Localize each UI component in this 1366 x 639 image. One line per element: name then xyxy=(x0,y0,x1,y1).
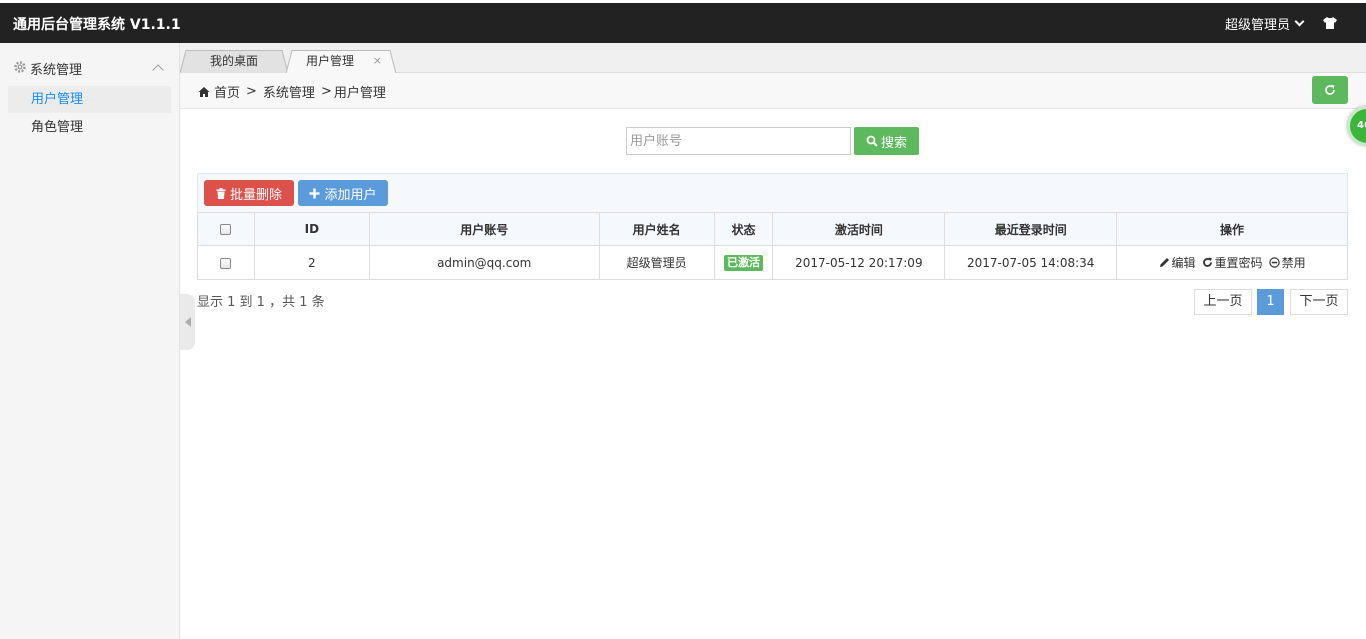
breadcrumb-bar: 首页 > 系统管理 > 用户管理 xyxy=(180,73,1366,109)
row-select-cell xyxy=(197,245,255,280)
pencil-icon xyxy=(1159,258,1169,267)
refresh-button[interactable] xyxy=(1312,76,1348,104)
breadcrumb-current: 用户管理 xyxy=(333,86,386,101)
search-input[interactable] xyxy=(626,127,851,155)
search-button-label: 搜索 xyxy=(880,135,907,151)
tab-bar: 我的桌面 用户管理 × xyxy=(180,43,1366,73)
top-bar: 通用后台管理系统 V1.1.1 超级管理员 xyxy=(0,0,1366,43)
next-page-button[interactable]: 下一页 xyxy=(1290,289,1348,315)
breadcrumb-separator: > xyxy=(320,84,332,99)
minus-circle-icon xyxy=(1268,257,1280,268)
cell-account: admin@qq.com xyxy=(368,245,600,280)
table-header-row: ID 用户账号 用户姓名 状态 激活时间 最近登录时间 操作 xyxy=(197,212,1348,246)
column-header-last-login: 最近登录时间 xyxy=(944,212,1118,246)
shirt-icon[interactable] xyxy=(1322,15,1338,31)
tab-label: 我的桌面 xyxy=(209,54,258,68)
disable-label: 禁用 xyxy=(1281,256,1306,270)
tab-my-desktop[interactable]: 我的桌面 xyxy=(180,50,288,73)
cell-name: 超级管理员 xyxy=(598,245,715,280)
prev-page-button[interactable]: 上一页 xyxy=(1194,289,1252,315)
search-icon xyxy=(866,135,878,147)
sidebar-group-label: 系统管理 xyxy=(30,63,83,78)
reset-password-label: 重置密码 xyxy=(1214,256,1263,270)
breadcrumb-system[interactable]: 系统管理 xyxy=(263,82,315,101)
gear-icon xyxy=(14,61,26,73)
cell-actions: 编辑 重置密码 禁用 xyxy=(1116,245,1348,280)
plus-icon xyxy=(309,188,320,198)
column-header-name: 用户姓名 xyxy=(598,212,715,246)
select-all-checkbox[interactable] xyxy=(220,224,232,235)
add-user-label: 添加用户 xyxy=(324,187,377,203)
breadcrumb: 首页 > 系统管理 > 用户管理 xyxy=(198,82,386,101)
user-name: 超级管理员 xyxy=(1225,18,1291,33)
reset-password-action[interactable]: 重置密码 xyxy=(1202,254,1263,271)
sidebar: 系统管理 用户管理 角色管理 xyxy=(0,43,180,639)
refresh-icon xyxy=(1325,85,1335,95)
home-icon xyxy=(198,86,210,97)
table-row: 2 admin@qq.com 超级管理员 已激活 2017-05-12 20:1… xyxy=(197,245,1348,280)
add-user-button[interactable]: 添加用户 xyxy=(298,180,388,206)
caret-left-icon xyxy=(184,317,191,327)
edit-label: 编辑 xyxy=(1171,256,1196,270)
column-header-id: ID xyxy=(253,212,370,246)
column-header-activated-at: 激活时间 xyxy=(772,212,946,246)
pagination-info: 显示 1 到 1 ，共 1 条 xyxy=(197,295,325,310)
cell-status: 已激活 xyxy=(713,245,774,280)
user-table: ID 用户账号 用户姓名 状态 激活时间 最近登录时间 操作 2 admin@q… xyxy=(197,212,1348,280)
batch-delete-label: 批量删除 xyxy=(229,187,282,203)
column-header-account: 用户账号 xyxy=(368,212,600,246)
disable-action[interactable]: 禁用 xyxy=(1268,254,1306,271)
tab-user-management[interactable]: 用户管理 × xyxy=(286,50,396,73)
floating-counter-badge[interactable]: 46 xyxy=(1347,106,1366,146)
column-header-actions: 操作 xyxy=(1116,212,1348,246)
sidebar-item-role-management[interactable]: 角色管理 xyxy=(8,114,171,141)
edit-action[interactable]: 编辑 xyxy=(1159,254,1196,271)
trash-icon xyxy=(216,187,226,199)
breadcrumb-separator: > xyxy=(246,84,257,99)
breadcrumb-home[interactable]: 首页 xyxy=(214,82,240,101)
chevron-up-icon xyxy=(152,64,164,76)
search-button[interactable]: 搜索 xyxy=(854,127,919,155)
status-badge: 已激活 xyxy=(723,254,763,271)
sidebar-group-system[interactable]: 系统管理 xyxy=(0,51,179,83)
select-all-cell xyxy=(197,212,255,246)
table-toolbar: 批量删除 添加用户 xyxy=(197,173,1348,212)
sidebar-item-user-management[interactable]: 用户管理 xyxy=(8,86,171,113)
cell-last-login: 2017-07-05 14:08:34 xyxy=(944,245,1118,280)
row-checkbox[interactable] xyxy=(220,257,232,269)
sidebar-collapse-handle[interactable] xyxy=(180,294,195,350)
cell-activated-at: 2017-05-12 20:17:09 xyxy=(772,245,946,280)
close-icon[interactable]: × xyxy=(373,50,382,72)
tab-label: 用户管理 xyxy=(305,54,354,68)
chevron-down-icon xyxy=(1294,16,1305,27)
column-header-status: 状态 xyxy=(713,212,774,246)
batch-delete-button[interactable]: 批量删除 xyxy=(204,180,294,206)
user-menu[interactable]: 超级管理员 xyxy=(1225,14,1305,33)
app-title: 通用后台管理系统 V1.1.1 xyxy=(13,17,181,33)
reset-icon xyxy=(1202,257,1212,267)
cell-id: 2 xyxy=(253,245,370,280)
page-1-button[interactable]: 1 xyxy=(1257,289,1284,315)
